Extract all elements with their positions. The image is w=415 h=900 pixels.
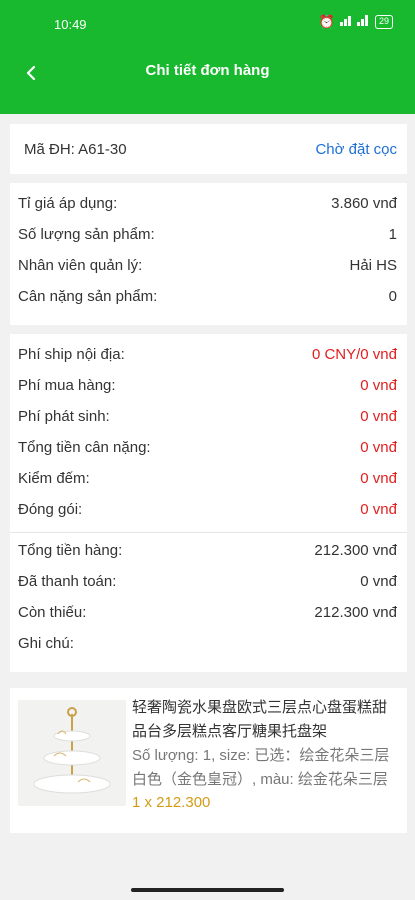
fee-label: Phí phát sinh: [18, 408, 110, 425]
product-image[interactable] [18, 700, 126, 806]
total-label: Đã thanh toán: [18, 573, 117, 590]
total-row: Còn thiếu: 212.300 vnđ [18, 604, 397, 621]
info-value: Hải HS [349, 257, 397, 274]
info-value: 0 [388, 288, 397, 305]
fee-value: 0 vnđ [360, 470, 397, 487]
info-value: 3.860 vnđ [331, 195, 397, 212]
total-row: Đã thanh toán: 0 vnđ [18, 573, 397, 590]
fee-label: Phí ship nội địa: [18, 346, 125, 363]
order-code-label: Mã ĐH: A61-30 [24, 141, 127, 158]
fee-row: Phí mua hàng: 0 vnđ [18, 377, 397, 394]
info-row: Cân nặng sản phẩm: 0 [18, 288, 397, 305]
app-header: 10:49 ⏰ 29 Chi tiết đơn hàng [0, 0, 415, 114]
fee-label: Đóng gói: [18, 501, 83, 518]
fee-row: Phí ship nội địa: 0 CNY/0 vnđ [18, 346, 397, 363]
total-label: Tổng tiền hàng: [18, 542, 123, 559]
total-value: 212.300 vnđ [314, 542, 397, 559]
order-info-card: Tỉ giá áp dụng: 3.860 vnđ Số lượng sản p… [10, 183, 407, 325]
info-value: 1 [388, 226, 397, 243]
fee-label: Phí mua hàng: [18, 377, 116, 394]
info-label: Số lượng sản phẩm: [18, 226, 155, 243]
fee-value: 0 vnđ [360, 377, 397, 394]
fee-value: 0 CNY/0 vnđ [311, 346, 397, 363]
note-row: Ghi chú: [18, 635, 397, 652]
info-label: Cân nặng sản phẩm: [18, 288, 158, 305]
fee-row: Tổng tiền cân nặng: 0 vnđ [18, 439, 397, 456]
info-label: Tỉ giá áp dụng: [18, 195, 118, 212]
fee-row: Đóng gói: 0 vnđ [18, 501, 397, 518]
info-label: Nhân viên quản lý: [18, 257, 143, 274]
status-time: 10:49 [54, 17, 87, 32]
divider [10, 532, 407, 533]
product-attributes: Số lượng: 1, size: 已选：绘金花朵三层白色（金色皇冠）, mà… [132, 747, 390, 788]
total-row: Tổng tiền hàng: 212.300 vnđ [18, 542, 397, 559]
order-status: Chờ đặt cọc [315, 141, 397, 158]
info-row: Nhân viên quản lý: Hải HS [18, 257, 397, 274]
fee-value: 0 vnđ [360, 408, 397, 425]
total-value: 212.300 vnđ [314, 604, 397, 621]
product-card[interactable]: 轻奢陶瓷水果盘欧式三层点心盘蛋糕甜品台多层糕点客厅糖果托盘架 Số lượng:… [10, 688, 407, 833]
signal-icon [339, 14, 370, 30]
fee-label: Tổng tiền cân nặng: [18, 439, 151, 456]
fee-value: 0 vnđ [360, 501, 397, 518]
info-row: Số lượng sản phẩm: 1 [18, 226, 397, 243]
fee-label: Kiểm đếm: [18, 470, 90, 487]
status-icons: ⏰ 29 [319, 14, 393, 30]
product-price: 1 x 212.300 [132, 794, 211, 811]
fee-value: 0 vnđ [360, 439, 397, 456]
home-indicator[interactable] [131, 888, 284, 892]
product-name: 轻奢陶瓷水果盘欧式三层点心盘蛋糕甜品台多层糕点客厅糖果托盘架 [132, 699, 388, 740]
fee-row: Phí phát sinh: 0 vnđ [18, 408, 397, 425]
fee-row: Kiểm đếm: 0 vnđ [18, 470, 397, 487]
order-code-card: Mã ĐH: A61-30 Chờ đặt cọc [10, 124, 407, 174]
note-label: Ghi chú: [18, 635, 74, 652]
cake-stand-image [18, 700, 126, 806]
total-value: 0 vnđ [360, 573, 397, 590]
total-label: Còn thiếu: [18, 604, 87, 621]
page-title: Chi tiết đơn hàng [145, 62, 270, 79]
info-row: Tỉ giá áp dụng: 3.860 vnđ [18, 195, 397, 212]
alarm-icon: ⏰ [318, 14, 335, 29]
battery-icon: 29 [374, 15, 393, 29]
fees-card: Phí ship nội địa: 0 CNY/0 vnđ Phí mua hà… [10, 334, 407, 672]
